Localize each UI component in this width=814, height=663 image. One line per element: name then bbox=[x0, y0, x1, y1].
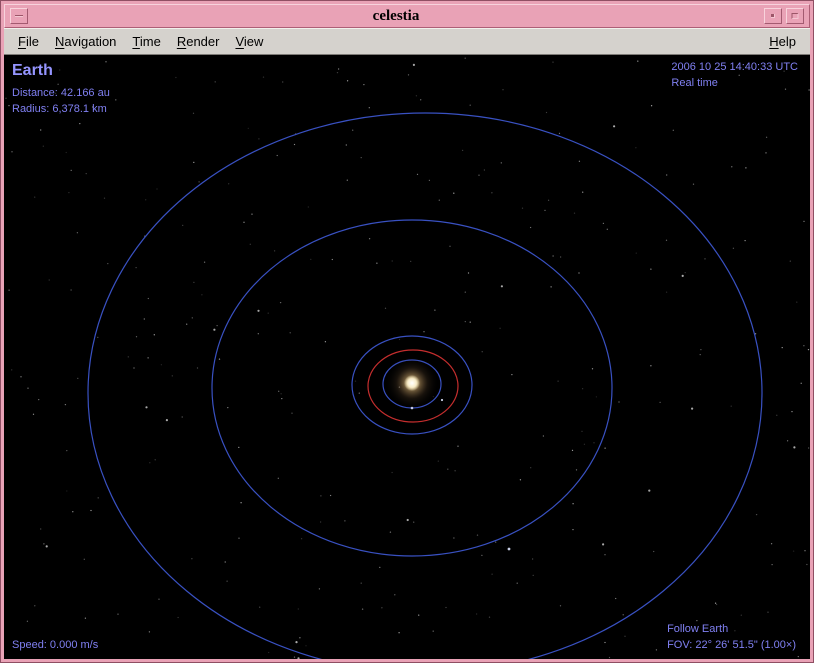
maximize-icon bbox=[792, 13, 799, 19]
viewport[interactable]: Earth Distance: 42.166 au Radius: 6,378.… bbox=[4, 55, 810, 659]
menu-render[interactable]: Render bbox=[169, 31, 228, 52]
iconify-button[interactable] bbox=[764, 8, 782, 24]
planet-dots bbox=[411, 399, 511, 551]
celestia-window: celestia File Navigation Time Render Vie… bbox=[0, 0, 814, 663]
menu-navigation[interactable]: Navigation bbox=[47, 31, 124, 52]
menu-file[interactable]: File bbox=[10, 31, 47, 52]
window-menu-button[interactable] bbox=[10, 8, 28, 24]
sun-glow bbox=[385, 356, 439, 410]
menu-view[interactable]: View bbox=[227, 31, 271, 52]
iconify-icon bbox=[771, 14, 775, 18]
menubar: File Navigation Time Render View Help bbox=[4, 28, 810, 55]
space-view[interactable] bbox=[4, 55, 810, 659]
window-title: celestia bbox=[30, 8, 762, 25]
menu-help[interactable]: Help bbox=[761, 31, 804, 52]
menu-time[interactable]: Time bbox=[124, 31, 168, 52]
window-menu-icon bbox=[15, 15, 23, 17]
maximize-button[interactable] bbox=[786, 8, 804, 24]
titlebar[interactable]: celestia bbox=[4, 4, 810, 28]
